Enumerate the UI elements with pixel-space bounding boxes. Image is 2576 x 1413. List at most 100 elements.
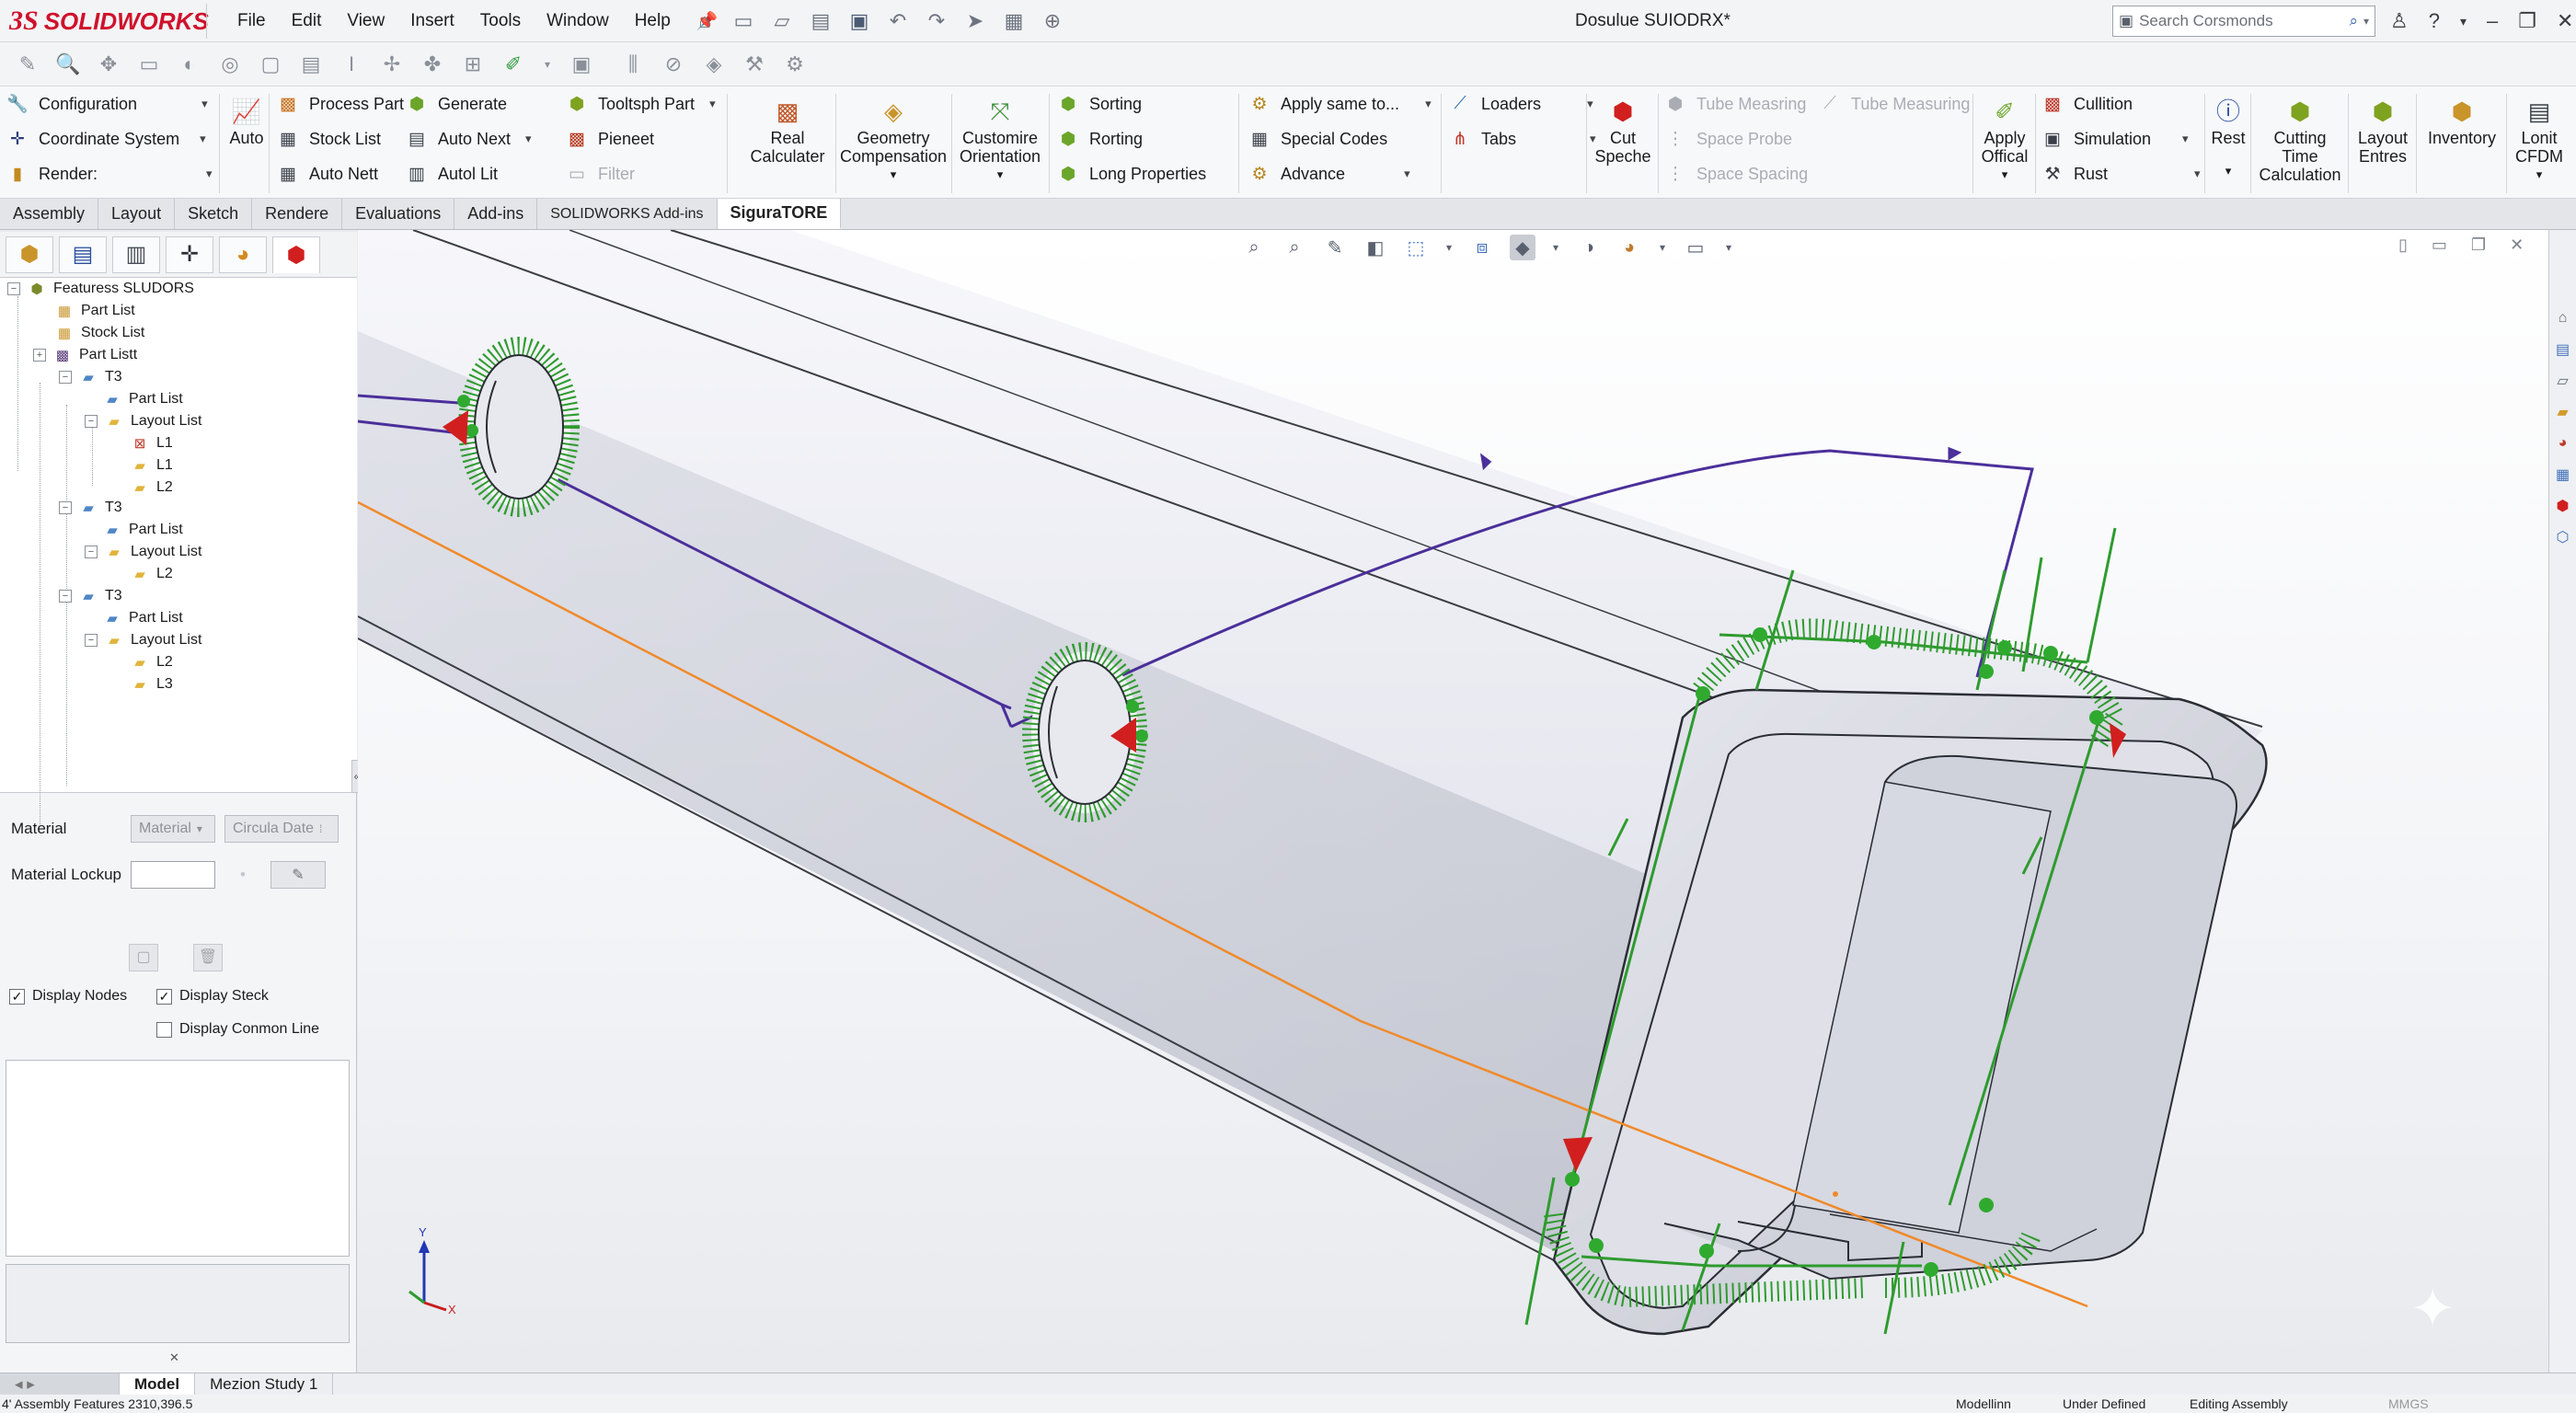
- print-icon[interactable]: ▤: [808, 8, 834, 34]
- tree-item[interactable]: ▰ L2: [131, 651, 173, 673]
- tab-layout[interactable]: Layout: [98, 199, 176, 229]
- menu-tools[interactable]: Tools: [480, 11, 521, 31]
- sketch-icon[interactable]: ✎: [15, 52, 40, 77]
- tabs-button[interactable]: ⋔ Tabs ▾: [1448, 121, 1596, 156]
- chevron-down-icon[interactable]: ▾: [2182, 132, 2189, 146]
- tree-item[interactable]: − ▰ T3: [59, 366, 122, 388]
- chevron-down-icon[interactable]: ▾: [541, 52, 554, 77]
- appearance-icon[interactable]: ◕: [1616, 235, 1642, 260]
- tree-item[interactable]: ▰ L3: [131, 673, 173, 695]
- display-nodes-option[interactable]: ✓ Display Nodes: [9, 988, 127, 1005]
- chevron-down-icon[interactable]: ▾: [2460, 14, 2467, 29]
- help-icon[interactable]: ?: [2429, 9, 2440, 33]
- monitor-icon[interactable]: ▭: [1683, 235, 1708, 260]
- tab-siguratore[interactable]: SiguraTORE: [717, 199, 842, 229]
- rebuild-icon[interactable]: ▦: [1001, 8, 1027, 34]
- tree-item[interactable]: − ▰ Layout List: [85, 410, 201, 432]
- auto-nett-button[interactable]: ▦ Auto Nett: [276, 156, 378, 191]
- restore-icon[interactable]: ❐: [2471, 236, 2486, 255]
- apply-offical-button[interactable]: ✐ Apply Offical ▾: [1976, 96, 2033, 184]
- loaders-button[interactable]: ⟋ Loaders ▾: [1448, 86, 1593, 121]
- cutting-time-calculation-button[interactable]: ⬢ Cutting Time Calculation: [2254, 96, 2346, 184]
- settings-icon[interactable]: ⚙: [782, 52, 808, 77]
- chevron-down-icon[interactable]: ▾: [2194, 167, 2201, 181]
- chevron-down-icon[interactable]: ▾: [1723, 235, 1734, 260]
- home-icon[interactable]: ⌂: [692, 8, 718, 34]
- search-scope-icon[interactable]: ▣: [2119, 12, 2133, 30]
- property-manager-tab-icon[interactable]: ▤: [59, 236, 107, 273]
- collapse-toggle[interactable]: −: [59, 501, 72, 514]
- zoom-fit-icon[interactable]: ⌕: [1241, 235, 1267, 260]
- new-document-icon[interactable]: ▭: [730, 8, 756, 34]
- collapse-toggle[interactable]: −: [59, 371, 72, 384]
- menu-help[interactable]: Help: [635, 11, 671, 31]
- collapse-toggle[interactable]: −: [59, 590, 72, 603]
- auto-button[interactable]: 📈 Auto: [226, 96, 267, 147]
- paint-icon[interactable]: ✐: [500, 52, 526, 77]
- cullition-button[interactable]: ▩ Cullition: [2041, 86, 2133, 121]
- collapse-toggle[interactable]: −: [85, 415, 98, 428]
- tree-item[interactable]: ⊠ L1: [131, 432, 173, 454]
- chevron-down-icon[interactable]: ▾: [2363, 15, 2369, 28]
- tab-motion-study[interactable]: Mezion Study 1: [195, 1373, 334, 1396]
- coordinate-system-button[interactable]: ✛ Coordinate System ▾: [6, 121, 206, 156]
- tab-model[interactable]: Model: [120, 1373, 196, 1396]
- menu-insert[interactable]: Insert: [410, 11, 454, 31]
- material-lookup-input[interactable]: [131, 861, 215, 889]
- sorting-button[interactable]: ⬢ Sorting: [1056, 86, 1142, 121]
- section-view-icon[interactable]: ◧: [1363, 235, 1388, 260]
- menu-file[interactable]: File: [237, 11, 266, 31]
- graphics-area[interactable]: Y X ✦ ⌕ ⌕ ✎ ◧ ⬚ ▾ ⧈ ◆ ▾ ◑ ◕ ▾ ▭ ▾ ▯ ▭ ❐ …: [358, 230, 2548, 1373]
- addin-tab-icon[interactable]: ⬢: [272, 236, 320, 273]
- tab-solidworks-add-ins[interactable]: SOLIDWORKS Add-ins: [537, 199, 718, 229]
- chevron-down-icon[interactable]: ▾: [1550, 235, 1561, 260]
- auto-next-button[interactable]: ▤ Auto Next ▾: [405, 121, 532, 156]
- design-library-icon[interactable]: ▱: [2552, 370, 2574, 392]
- solidworks-logo[interactable]: 3S SOLIDWORKS: [9, 6, 209, 37]
- tree-item[interactable]: ▦ Part List: [55, 300, 135, 322]
- space-spacing-button[interactable]: ⋮ Space Spacing: [1663, 156, 1809, 191]
- layers-icon[interactable]: ▣: [569, 52, 594, 77]
- user-icon[interactable]: ♙: [2390, 9, 2409, 33]
- tab-rendere[interactable]: Rendere: [252, 199, 343, 229]
- move-icon[interactable]: ✥: [96, 52, 121, 77]
- home-icon[interactable]: ⌂: [2552, 307, 2574, 329]
- display-nodes-checkbox[interactable]: ✓: [9, 988, 25, 1005]
- tree-item[interactable]: ▰ L1: [131, 454, 173, 477]
- scroll-arrows[interactable]: ◂ ▸: [0, 1373, 120, 1396]
- process-part-button[interactable]: ▩ Process Part: [276, 86, 404, 121]
- filter-button[interactable]: ▭ Filter: [565, 156, 635, 191]
- feature-tree-tab-icon[interactable]: ⬢: [6, 236, 53, 273]
- chevron-down-icon[interactable]: ▾: [201, 97, 208, 111]
- file-explorer-icon[interactable]: ▰: [2552, 401, 2574, 423]
- addin-pane-icon[interactable]: ⬢: [2552, 495, 2574, 517]
- search-commands-box[interactable]: ▣ Search Corsmonds ⌕ ▾: [2112, 6, 2375, 37]
- chevron-down-icon[interactable]: ▾: [1404, 167, 1410, 181]
- options-globe-icon[interactable]: ⊕: [1040, 8, 1065, 34]
- section-icon[interactable]: ◎: [217, 52, 243, 77]
- chevron-down-icon[interactable]: ▾: [1657, 235, 1668, 260]
- rest-button[interactable]: ⓘ Rest ▾: [2208, 96, 2248, 180]
- apply-same-to-button[interactable]: ⚙ Apply same to... ▾: [1248, 86, 1431, 121]
- forum-icon[interactable]: ⬡: [2552, 526, 2574, 548]
- collapse-toggle[interactable]: −: [7, 282, 20, 295]
- tube-measuring-button[interactable]: ⟋ Tube Measuring: [1818, 86, 1970, 121]
- edit-material-button[interactable]: ✎: [270, 861, 326, 889]
- chevron-down-icon[interactable]: ▾: [709, 97, 716, 111]
- configuration-tab-icon[interactable]: ▥: [112, 236, 160, 273]
- rorting-button[interactable]: ⬢ Rorting: [1056, 121, 1143, 156]
- render-button[interactable]: ▮ Render: ▾: [6, 156, 213, 191]
- tree-item[interactable]: − ▰ T3: [59, 585, 122, 607]
- long-properties-button[interactable]: ⬢ Long Properties: [1056, 156, 1206, 191]
- cut-speche-button[interactable]: ⬢ Cut Speche: [1590, 96, 1656, 166]
- advance-button[interactable]: ⚙ Advance ▾: [1248, 156, 1410, 191]
- menu-edit[interactable]: Edit: [292, 11, 322, 31]
- wrench-icon[interactable]: ⚒: [742, 52, 767, 77]
- minimize-icon[interactable]: –: [2487, 9, 2498, 33]
- mate-icon[interactable]: ✢: [379, 52, 405, 77]
- select-cursor-icon[interactable]: ➤: [962, 8, 988, 34]
- display-style-icon[interactable]: ◆: [1510, 235, 1535, 260]
- tree-item[interactable]: ▰ Part List: [103, 519, 182, 541]
- close-icon[interactable]: ✕: [2510, 236, 2524, 255]
- chevron-down-icon[interactable]: ▾: [2002, 166, 2008, 184]
